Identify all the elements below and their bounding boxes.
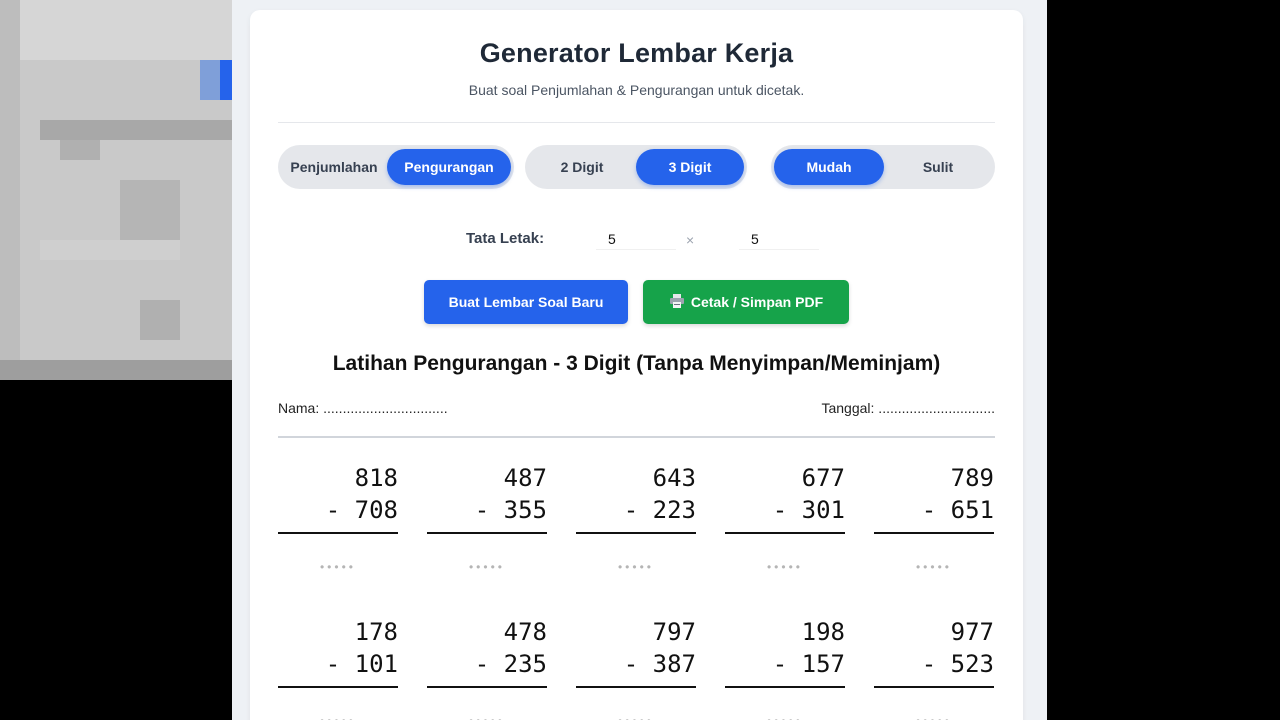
problem-minuend: 797 bbox=[652, 618, 696, 646]
answer-placeholder-dots: ••••• bbox=[617, 560, 654, 574]
operation-toggle: Penjumlahan Pengurangan bbox=[278, 145, 514, 189]
digits-option-3[interactable]: 3 Digit bbox=[636, 149, 744, 185]
subtraction-problem: 478 - 235 ••••• bbox=[427, 614, 547, 720]
layout-label: Tata Letak: bbox=[466, 230, 545, 247]
layout-cols-input[interactable] bbox=[739, 228, 819, 250]
problem-subtrahend: - 523 bbox=[921, 650, 994, 678]
subtraction-problem: 178 - 101 ••••• bbox=[278, 614, 398, 720]
problem-answer-line bbox=[874, 532, 994, 534]
problem-subtrahend: - 223 bbox=[623, 496, 696, 524]
problem-minuend: 789 bbox=[950, 464, 994, 492]
problem-minuend: 487 bbox=[503, 464, 547, 492]
problem-subtrahend: - 387 bbox=[623, 650, 696, 678]
problem-subtrahend: - 651 bbox=[921, 496, 994, 524]
right-empty-area bbox=[1047, 0, 1280, 720]
subtraction-problem: 789 - 651 ••••• bbox=[874, 460, 994, 590]
answer-placeholder-dots: ••••• bbox=[725, 714, 845, 720]
problem-answer-line bbox=[874, 686, 994, 688]
printer-icon bbox=[669, 293, 685, 312]
subtraction-problem: 977 - 523 ••••• bbox=[874, 614, 994, 720]
problem-minuend: 178 bbox=[354, 618, 398, 646]
problem-subtrahend: - 101 bbox=[325, 650, 398, 678]
subtraction-problem: 198 - 157 ••••• bbox=[725, 614, 845, 720]
print-button-label: Cetak / Simpan PDF bbox=[690, 294, 824, 310]
answer-placeholder-dots: ••••• bbox=[874, 714, 994, 720]
problem-minuend: 478 bbox=[503, 618, 547, 646]
problem-answer-line bbox=[576, 686, 696, 688]
subtraction-problem: 818 - 708 ••••• bbox=[278, 460, 398, 590]
blurred-background-window bbox=[0, 0, 232, 380]
problem-minuend: 198 bbox=[801, 618, 845, 646]
page-subtitle: Buat soal Penjumlahan & Pengurangan untu… bbox=[468, 82, 805, 98]
operation-option-penjumlahan[interactable]: Penjumlahan bbox=[281, 149, 387, 185]
answer-placeholder-dots: ••••• bbox=[766, 560, 803, 574]
print-pdf-button[interactable]: Cetak / Simpan PDF bbox=[643, 280, 849, 324]
problem-subtrahend: - 301 bbox=[772, 496, 845, 524]
problem-subtrahend: - 708 bbox=[325, 496, 398, 524]
problem-answer-line bbox=[278, 686, 398, 688]
difficulty-option-sulit[interactable]: Sulit bbox=[884, 149, 992, 185]
problem-minuend: 818 bbox=[354, 464, 398, 492]
difficulty-toggle: Mudah Sulit bbox=[771, 145, 995, 189]
digits-toggle: 2 Digit 3 Digit bbox=[525, 145, 747, 189]
date-field-label: Tanggal: .............................. bbox=[821, 400, 995, 416]
name-field-label: Nama: ................................ bbox=[278, 400, 448, 416]
subtraction-problem: 677 - 301 ••••• bbox=[725, 460, 845, 590]
problem-subtrahend: - 157 bbox=[772, 650, 845, 678]
problem-answer-line bbox=[427, 686, 547, 688]
worksheet-generator-card: Generator Lembar Kerja Buat soal Penjuml… bbox=[250, 10, 1023, 720]
answer-placeholder-dots: ••••• bbox=[468, 560, 505, 574]
worksheet-header-line bbox=[278, 436, 995, 438]
worksheet-title: Latihan Pengurangan - 3 Digit (Tanpa Men… bbox=[332, 352, 941, 375]
problem-subtrahend: - 355 bbox=[474, 496, 547, 524]
operation-option-pengurangan[interactable]: Pengurangan bbox=[387, 149, 511, 185]
generate-button-label: Buat Lembar Soal Baru bbox=[448, 294, 604, 310]
digits-option-2[interactable]: 2 Digit bbox=[528, 149, 636, 185]
layout-times-separator: × bbox=[686, 232, 695, 248]
page-title: Generator Lembar Kerja bbox=[479, 38, 794, 68]
problem-answer-line bbox=[725, 532, 845, 534]
problem-answer-line bbox=[278, 532, 398, 534]
problem-answer-line bbox=[576, 532, 696, 534]
subtraction-problem: 643 - 223 ••••• bbox=[576, 460, 696, 590]
header-divider bbox=[278, 122, 995, 123]
answer-placeholder-dots: ••••• bbox=[319, 560, 356, 574]
problem-minuend: 643 bbox=[652, 464, 696, 492]
problem-answer-line bbox=[427, 532, 547, 534]
problem-subtrahend: - 235 bbox=[474, 650, 547, 678]
problem-answer-line bbox=[725, 686, 845, 688]
answer-placeholder-dots: ••••• bbox=[576, 714, 696, 720]
subtraction-problem: 487 - 355 ••••• bbox=[427, 460, 547, 590]
answer-placeholder-dots: ••••• bbox=[915, 560, 952, 574]
problem-minuend: 977 bbox=[950, 618, 994, 646]
layout-row: Tata Letak: × bbox=[250, 228, 1023, 252]
problem-minuend: 677 bbox=[801, 464, 845, 492]
difficulty-option-mudah[interactable]: Mudah bbox=[774, 149, 884, 185]
subtraction-problem: 797 - 387 ••••• bbox=[576, 614, 696, 720]
page-background: Generator Lembar Kerja Buat soal Penjuml… bbox=[232, 0, 1047, 720]
answer-placeholder-dots: ••••• bbox=[278, 714, 398, 720]
layout-rows-input[interactable] bbox=[596, 228, 676, 250]
answer-placeholder-dots: ••••• bbox=[427, 714, 547, 720]
generate-worksheet-button[interactable]: Buat Lembar Soal Baru bbox=[424, 280, 628, 324]
